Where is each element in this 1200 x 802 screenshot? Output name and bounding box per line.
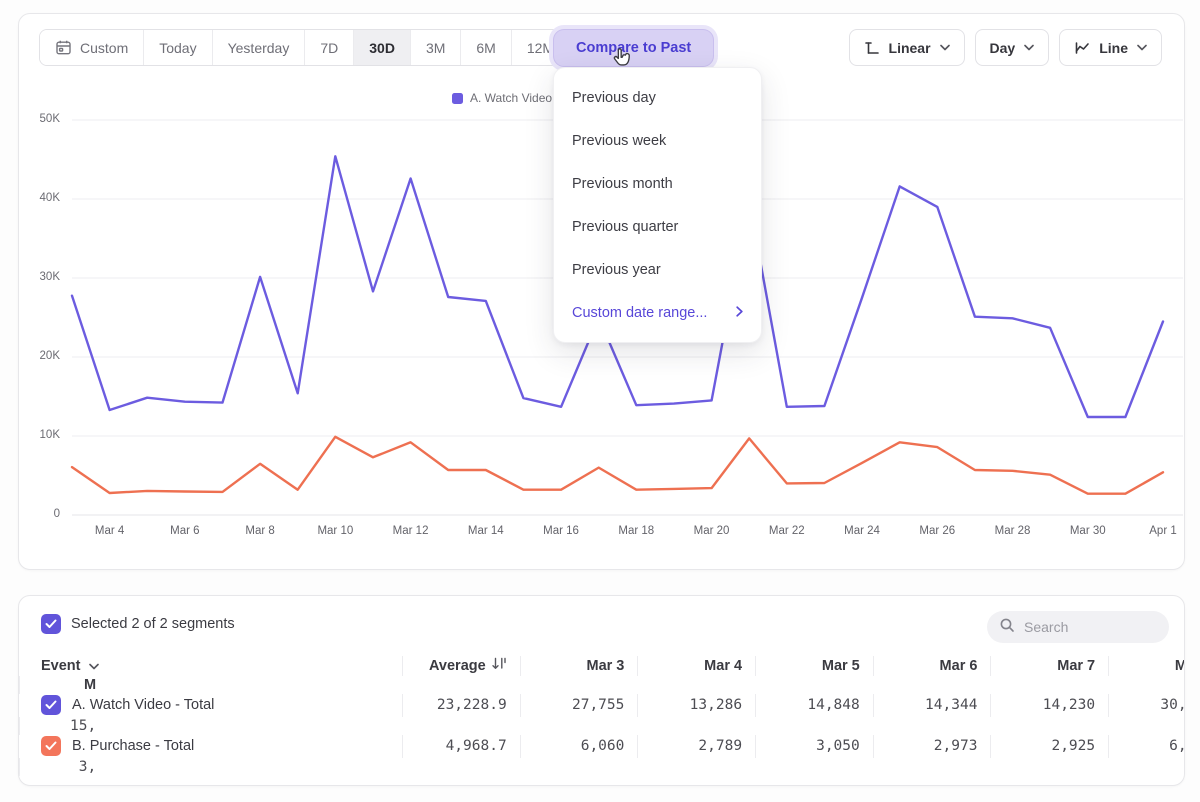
value-cell: 14,230 [990, 694, 1108, 717]
legend-swatch [452, 93, 463, 104]
segments-summary: Selected 2 of 2 segments [41, 614, 235, 634]
value-cell: 15, [19, 717, 402, 736]
average-value-cell: 23,228.9 [402, 694, 520, 717]
menu-item-label: Custom date range... [572, 305, 707, 321]
view-controls: Linear Day [849, 29, 1162, 66]
range-button-custom[interactable]: Custom [40, 30, 144, 65]
interval-selector-button[interactable]: Day [975, 29, 1050, 66]
chevron-down-icon [1024, 44, 1034, 51]
chart-type-selector-button[interactable]: Line [1059, 29, 1162, 66]
segment-checkbox[interactable] [41, 695, 61, 715]
select-all-checkbox[interactable] [41, 614, 61, 634]
compare-to-past-button[interactable]: Compare to Past [554, 30, 713, 66]
table-header-row: Event Average Mar 3Mar 4Mar 5Mar 6Mar 7M… [19, 656, 1185, 694]
menu-item-custom-date-range[interactable]: Custom date range... [554, 291, 761, 334]
value-cell: 2,973 [873, 735, 991, 758]
event-cell: A. Watch Video - Total [19, 694, 402, 717]
segments-table: Event Average Mar 3Mar 4Mar 5Mar 6Mar 7M… [19, 656, 1185, 776]
range-button-label: Today [159, 40, 196, 56]
range-button-30d[interactable]: 30D [354, 30, 411, 65]
menu-item-previous-month[interactable]: Previous month [554, 162, 761, 205]
range-button-label: 12M [527, 40, 554, 56]
menu-item-previous-quarter[interactable]: Previous quarter [554, 205, 761, 248]
range-button-today[interactable]: Today [144, 30, 212, 65]
chevron-down-icon [89, 658, 99, 674]
range-button-3m[interactable]: 3M [411, 30, 461, 65]
dashboard: Custom Today Yesterday 7D 30D 3M 6M 12M Compare… [0, 0, 1200, 802]
value-cell: 3, [19, 758, 402, 777]
chevron-down-icon [1137, 44, 1147, 51]
search-input[interactable] [1024, 619, 1154, 635]
sort-descending-icon [492, 657, 507, 674]
event-name: A. Watch Video - Total [72, 697, 214, 713]
date-column-header: Mar 4 [637, 656, 755, 676]
event-column-header: Event [19, 656, 402, 676]
segments-card: Selected 2 of 2 segments Event Average M… [18, 595, 1185, 786]
range-button-label: 7D [320, 40, 338, 56]
interval-selector-label: Day [990, 40, 1016, 56]
axes-icon [864, 40, 880, 56]
average-header-label: Average [429, 658, 486, 674]
average-sort-button[interactable]: Average [429, 657, 507, 674]
table-row: B. Purchase - Total 4,968.76,0602,7893,05… [19, 735, 1185, 776]
chevron-down-icon [940, 44, 950, 51]
search-box[interactable] [987, 611, 1169, 643]
date-column-header: Mar 8 [1108, 656, 1185, 676]
range-button-label: 6M [476, 40, 495, 56]
value-cell: 14,848 [755, 694, 873, 717]
date-column-header: Mar 6 [873, 656, 991, 676]
range-button-label: Custom [80, 40, 128, 56]
chevron-right-icon [736, 305, 743, 321]
range-button-6m[interactable]: 6M [461, 30, 511, 65]
range-button-7d[interactable]: 7D [305, 30, 354, 65]
event-header-label: Event [41, 658, 81, 674]
event-name: B. Purchase - Total [72, 738, 194, 754]
line-chart-icon [1074, 40, 1090, 56]
average-column-header: Average [402, 656, 520, 676]
value-cell: 2,925 [990, 735, 1108, 758]
table-row: A. Watch Video - Total 23,228.927,75513,2… [19, 694, 1185, 735]
menu-item-previous-day[interactable]: Previous day [554, 76, 761, 119]
value-cell: 6,484 [1108, 735, 1185, 758]
value-cell: 13,286 [637, 694, 755, 717]
date-column-header: Mar 3 [520, 656, 638, 676]
calendar-icon [55, 39, 72, 56]
menu-item-previous-week[interactable]: Previous week [554, 119, 761, 162]
compare-to-past-menu: Previous dayPrevious weekPrevious monthP… [553, 67, 762, 343]
menu-item-previous-year[interactable]: Previous year [554, 248, 761, 291]
average-value-cell: 4,968.7 [402, 735, 520, 758]
range-button-yesterday[interactable]: Yesterday [213, 30, 306, 65]
search-icon [999, 617, 1015, 638]
scale-selector-button[interactable]: Linear [849, 29, 965, 66]
range-button-label: 30D [369, 40, 395, 56]
value-cell: 30,145 [1108, 694, 1185, 717]
selected-summary-label: Selected 2 of 2 segments [71, 616, 235, 632]
value-cell: 3,050 [755, 735, 873, 758]
value-cell: 14,344 [873, 694, 991, 717]
range-button-label: Yesterday [228, 40, 290, 56]
event-header-button[interactable]: Event [41, 658, 99, 674]
date-range-group: Custom Today Yesterday 7D 30D 3M 6M 12M [39, 29, 570, 66]
date-column-header: M [19, 676, 402, 695]
event-cell: B. Purchase - Total [19, 735, 402, 758]
scale-selector-label: Linear [889, 40, 931, 56]
date-column-header: Mar 7 [990, 656, 1108, 676]
value-cell: 27,755 [520, 694, 638, 717]
date-column-header: Mar 5 [755, 656, 873, 676]
value-cell: 6,060 [520, 735, 638, 758]
segment-checkbox[interactable] [41, 736, 61, 756]
range-button-label: 3M [426, 40, 445, 56]
chart-type-selector-label: Line [1099, 40, 1128, 56]
value-cell: 2,789 [637, 735, 755, 758]
